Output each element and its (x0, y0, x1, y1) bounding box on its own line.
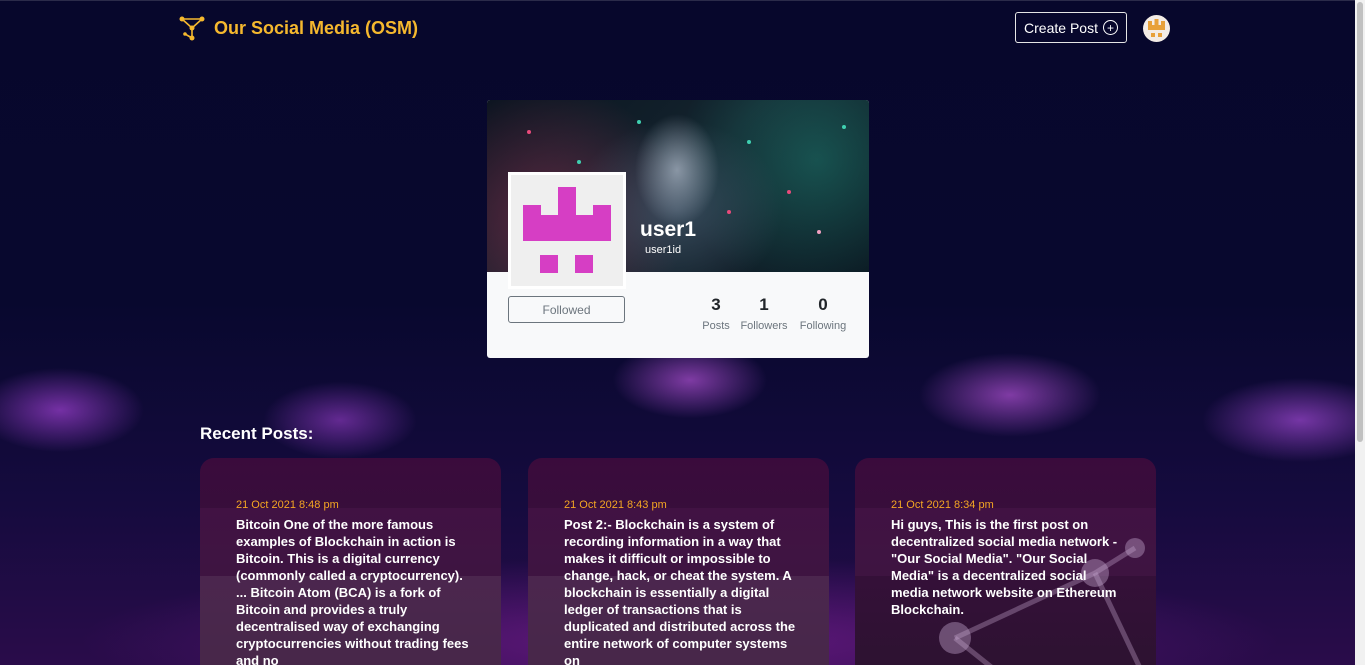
scrollbar[interactable] (1355, 0, 1365, 665)
identicon-avatar-icon (1148, 19, 1165, 37)
profile-picture (508, 172, 626, 289)
plus-circle-icon: + (1102, 20, 1118, 35)
scrollbar-thumb[interactable] (1357, 2, 1363, 442)
stat-following: 0 Following (797, 295, 849, 332)
stat-label: Posts (702, 320, 730, 332)
stat-value: 3 (711, 295, 721, 314)
create-post-label: Create Post (1024, 19, 1098, 36)
profile-userid: user1id (645, 244, 682, 256)
identicon-avatar-icon (523, 187, 611, 273)
post-date: 21 Oct 2021 8:48 pm (236, 499, 339, 511)
post-card[interactable]: 21 Oct 2021 8:43 pm Post 2:- Blockchain … (528, 458, 829, 665)
brand-title: Our Social Media (OSM) (214, 17, 419, 38)
stat-label: Following (799, 320, 847, 332)
top-border (0, 0, 1365, 1)
stat-value: 1 (759, 295, 769, 314)
post-date: 21 Oct 2021 8:34 pm (891, 499, 994, 511)
post-text: Post 2:- Blockchain is a system of recor… (564, 517, 796, 665)
stat-value: 0 (818, 295, 828, 314)
profile-username: user1 (640, 218, 697, 241)
post-text: Hi guys, This is the first post on decen… (891, 517, 1118, 617)
stat-label: Followers (740, 320, 788, 332)
follow-button[interactable]: Followed (508, 296, 625, 323)
create-post-button[interactable]: Create Post + (1015, 12, 1127, 43)
profile-card: user1 user1id Followed 3 Posts 1 Followe… (487, 100, 869, 358)
recent-posts-heading: Recent Posts: (200, 424, 314, 443)
network-logo-icon (179, 16, 205, 41)
brand[interactable]: Our Social Media (OSM) (178, 14, 418, 42)
post-card[interactable]: 21 Oct 2021 8:34 pm Hi guys, This is the… (855, 458, 1156, 665)
stat-followers: 1 Followers (738, 295, 790, 332)
post-text: Bitcoin One of the more famous examples … (236, 517, 469, 665)
post-card[interactable]: 21 Oct 2021 8:48 pm Bitcoin One of the m… (200, 458, 501, 665)
post-date: 21 Oct 2021 8:43 pm (564, 499, 667, 511)
stat-posts: 3 Posts (701, 295, 731, 332)
user-avatar[interactable] (1143, 15, 1170, 42)
